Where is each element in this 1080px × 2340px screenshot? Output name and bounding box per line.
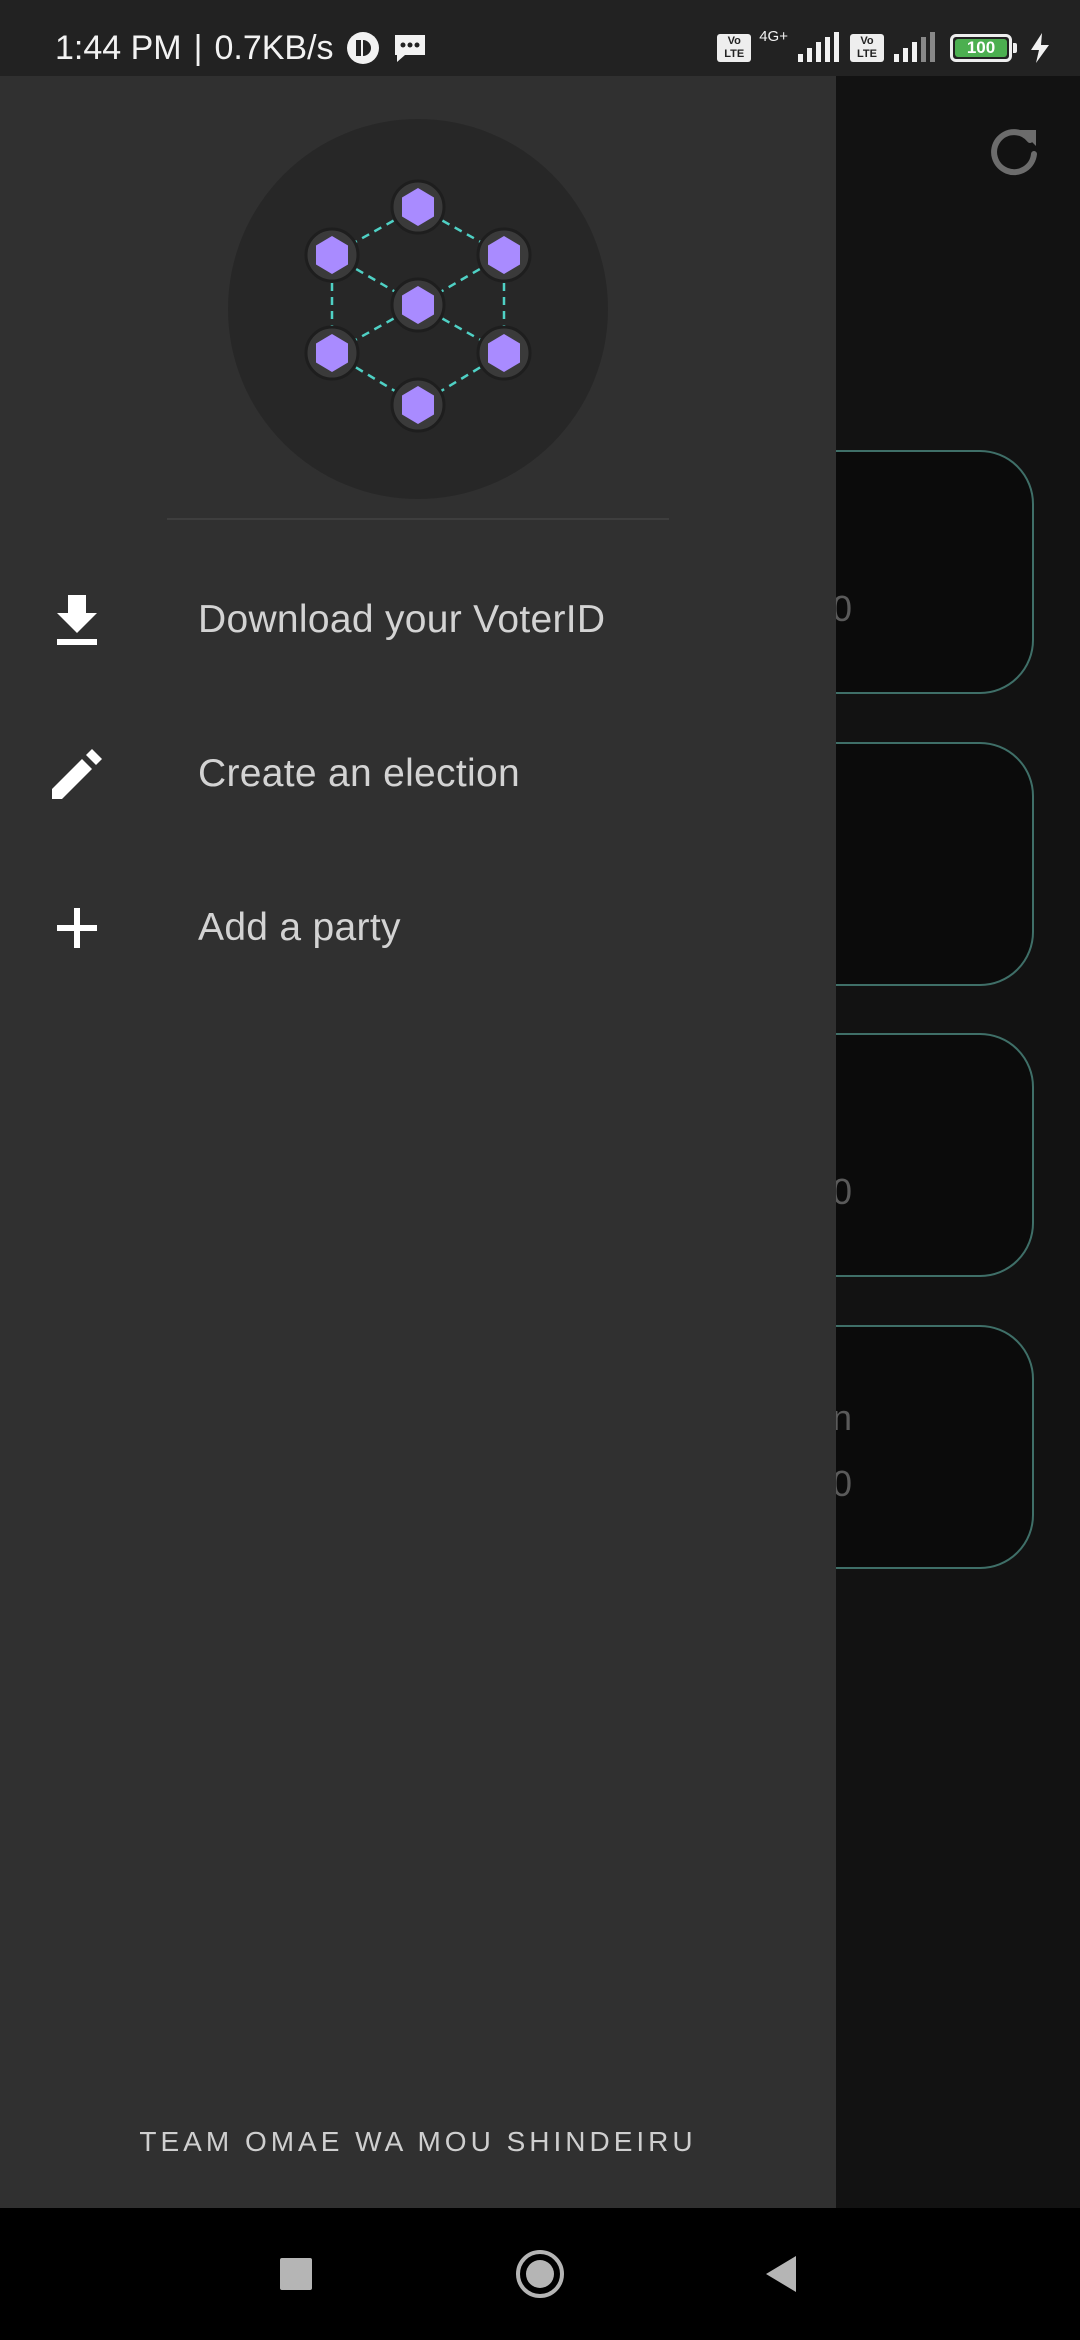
battery-indicator: 100 [950,34,1017,62]
volte-badge-1: Vo LTE [717,34,752,62]
system-navigation-bar [0,2208,1080,2340]
status-bar: 1:44 PM | 0.7KB/s Vo LTE 4G+ Vo LTE 100 [0,0,1080,76]
plus-icon [57,908,97,948]
drawer-footer-team: TEAM OMAE WA MOU SHINDEIRU [139,2126,697,2157]
refresh-icon[interactable] [986,124,1042,180]
recents-square-icon[interactable] [270,2248,322,2300]
drawer-divider [167,518,669,520]
message-icon [394,35,425,62]
menu-label: Download your VoterID [198,598,606,641]
charging-icon [1031,33,1049,63]
status-separator: | [193,28,203,67]
pencil-icon [52,749,102,799]
menu-label: Create an election [198,752,520,795]
menu-item-create-election[interactable]: Create an election [0,704,836,844]
signal-icon-2 [894,32,935,62]
drawer-header-logo [228,119,608,499]
status-time: 1:44 PM [55,28,182,67]
menu-label: Add a party [198,906,401,949]
navigation-drawer: Download your VoterID Create an election… [0,76,836,2208]
network-speed: 0.7KB/s [214,28,334,67]
notification-app-icon [346,32,379,64]
volte-badge-2: Vo LTE [850,34,884,62]
download-icon [57,595,97,645]
status-right: Vo LTE 4G+ Vo LTE 100 [717,18,1052,78]
home-circle-icon[interactable] [514,2248,566,2300]
network-hexagon-logo [304,179,532,433]
menu-item-download-voterid[interactable]: Download your VoterID [0,550,836,690]
back-triangle-icon[interactable] [756,2248,808,2300]
battery-level: 100 [955,39,1007,57]
network-type: 4G+ [759,27,788,45]
menu-item-add-party[interactable]: Add a party [0,858,836,998]
signal-icon [798,32,839,62]
